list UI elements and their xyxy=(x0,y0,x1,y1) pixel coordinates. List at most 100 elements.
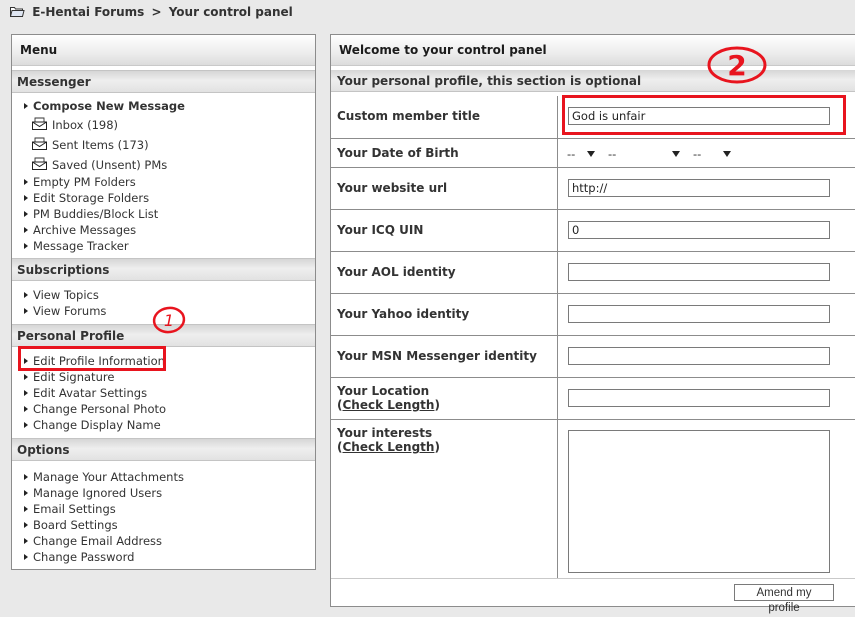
row-website-url: Your website url xyxy=(331,168,855,210)
menu-item-edit-profile-information[interactable]: Edit Profile Information xyxy=(12,353,315,369)
menu-section-subscriptions: Subscriptions xyxy=(12,258,315,281)
form-footer-divider xyxy=(331,578,855,579)
website-url-input[interactable] xyxy=(568,179,830,197)
label-interests: Your interests (Check Length) xyxy=(337,426,440,454)
menu-item-view-topics[interactable]: View Topics xyxy=(12,287,315,303)
envelope-icon xyxy=(32,137,47,150)
bullet-arrow-icon xyxy=(24,474,28,480)
dob-year-select[interactable]: -- xyxy=(693,146,731,162)
menu-item-edit-avatar-settings[interactable]: Edit Avatar Settings xyxy=(12,385,315,401)
row-date-of-birth: Your Date of Birth -- -- -- xyxy=(331,139,855,168)
menu-item-manage-ignored-users[interactable]: Manage Ignored Users xyxy=(12,485,315,501)
row-aol-identity: Your AOL identity xyxy=(331,252,855,294)
menu-item-label: Inbox (198) xyxy=(52,118,119,132)
menu-section-options: Options xyxy=(12,438,315,461)
breadcrumb-separator: > xyxy=(151,5,162,19)
label-custom-member-title: Custom member title xyxy=(337,109,480,123)
label-yahoo-identity: Your Yahoo identity xyxy=(337,307,470,321)
menu-item-message-tracker[interactable]: Message Tracker xyxy=(12,238,315,254)
bullet-arrow-icon xyxy=(24,522,28,528)
bullet-arrow-icon xyxy=(24,211,28,217)
menu-item-edit-storage-folders[interactable]: Edit Storage Folders xyxy=(12,190,315,206)
bullet-arrow-icon xyxy=(24,358,28,364)
menu-item-label: Edit Storage Folders xyxy=(33,191,150,205)
menu-section-personal-profile: Personal Profile xyxy=(12,324,315,347)
row-interests: Your interests (Check Length) xyxy=(331,420,855,578)
menu-item-sent-items[interactable]: Sent Items (173) xyxy=(12,134,315,154)
menu-item-archive-messages[interactable]: Archive Messages xyxy=(12,222,315,238)
menu-item-empty-pm-folders[interactable]: Empty PM Folders xyxy=(12,174,315,190)
breadcrumb-current: Your control panel xyxy=(168,5,293,19)
panel-title: Welcome to your control panel xyxy=(331,35,855,66)
menu-item-label: View Topics xyxy=(33,288,99,302)
interests-textarea[interactable] xyxy=(568,430,830,573)
breadcrumb-site-link[interactable]: E-Hentai Forums xyxy=(32,5,144,19)
section-subtitle: Your personal profile, this section is o… xyxy=(331,70,855,92)
check-length-link[interactable]: Check Length xyxy=(342,398,434,412)
label-icq-uin: Your ICQ UIN xyxy=(337,223,424,237)
label-location-text: Your Location xyxy=(337,384,430,398)
folder-icon xyxy=(10,7,25,17)
label-location: Your Location (Check Length) xyxy=(337,384,440,412)
row-location: Your Location (Check Length) xyxy=(331,378,855,420)
menu-item-label: View Forums xyxy=(33,304,107,318)
menu-item-view-forums[interactable]: View Forums xyxy=(12,303,315,319)
menu-item-label: Edit Profile Information xyxy=(33,354,165,368)
dob-year-value: -- xyxy=(693,147,702,161)
menu-item-saved-pms[interactable]: Saved (Unsent) PMs xyxy=(12,154,315,174)
menu-title: Menu xyxy=(12,35,315,66)
menu-item-label: Change Personal Photo xyxy=(33,402,167,416)
dob-month-value: -- xyxy=(567,147,576,161)
menu-item-label: Change Email Address xyxy=(33,534,163,548)
menu-item-edit-signature[interactable]: Edit Signature xyxy=(12,369,315,385)
bullet-arrow-icon xyxy=(24,308,28,314)
bullet-arrow-icon xyxy=(24,406,28,412)
icq-uin-input[interactable] xyxy=(568,221,830,239)
custom-member-title-input[interactable] xyxy=(568,107,830,125)
menu-item-email-settings[interactable]: Email Settings xyxy=(12,501,315,517)
menu-item-label: Archive Messages xyxy=(33,223,137,237)
aol-identity-input[interactable] xyxy=(568,263,830,281)
menu-item-inbox[interactable]: Inbox (198) xyxy=(12,114,315,134)
chevron-down-icon xyxy=(587,151,595,157)
menu-item-label: Change Display Name xyxy=(33,418,161,432)
label-aol-identity: Your AOL identity xyxy=(337,265,456,279)
menu-item-manage-attachments[interactable]: Manage Your Attachments xyxy=(12,469,315,485)
amend-profile-button[interactable]: Amend my profile xyxy=(734,584,834,614)
control-panel-menu: Menu Messenger Compose New Message Inbox… xyxy=(11,34,316,570)
location-input[interactable] xyxy=(568,389,830,407)
menu-item-label: Email Settings xyxy=(33,502,116,516)
bullet-arrow-icon xyxy=(24,227,28,233)
menu-item-change-display-name[interactable]: Change Display Name xyxy=(12,417,315,433)
msn-identity-input[interactable] xyxy=(568,347,830,365)
bullet-arrow-icon xyxy=(24,422,28,428)
menu-item-label: Saved (Unsent) PMs xyxy=(52,158,168,172)
menu-item-pm-buddies[interactable]: PM Buddies/Block List xyxy=(12,206,315,222)
envelope-icon xyxy=(32,157,47,170)
label-msn-identity: Your MSN Messenger identity xyxy=(337,349,537,363)
row-msn-identity: Your MSN Messenger identity xyxy=(331,336,855,378)
row-yahoo-identity: Your Yahoo identity xyxy=(331,294,855,336)
label-interests-text: Your interests xyxy=(337,426,433,440)
menu-item-board-settings[interactable]: Board Settings xyxy=(12,517,315,533)
menu-item-label: Sent Items (173) xyxy=(52,138,149,152)
menu-item-label: PM Buddies/Block List xyxy=(33,207,159,221)
menu-item-change-password[interactable]: Change Password xyxy=(12,549,315,565)
bullet-arrow-icon xyxy=(24,390,28,396)
dob-month-select[interactable]: -- xyxy=(567,146,595,162)
label-date-of-birth: Your Date of Birth xyxy=(337,146,459,160)
profile-form-panel: Welcome to your control panel Your perso… xyxy=(330,34,855,614)
menu-item-compose-new-message[interactable]: Compose New Message xyxy=(12,98,315,114)
menu-item-change-personal-photo[interactable]: Change Personal Photo xyxy=(12,401,315,417)
bullet-arrow-icon xyxy=(24,292,28,298)
bullet-arrow-icon xyxy=(24,243,28,249)
menu-item-label: Manage Ignored Users xyxy=(33,486,163,500)
yahoo-identity-input[interactable] xyxy=(568,305,830,323)
dob-day-select[interactable]: -- xyxy=(608,146,680,162)
menu-item-label: Compose New Message xyxy=(33,99,185,113)
check-length-link[interactable]: Check Length xyxy=(342,440,434,454)
menu-item-change-email-address[interactable]: Change Email Address xyxy=(12,533,315,549)
bullet-arrow-icon xyxy=(24,506,28,512)
bullet-arrow-icon xyxy=(24,490,28,496)
label-website-url: Your website url xyxy=(337,181,448,195)
